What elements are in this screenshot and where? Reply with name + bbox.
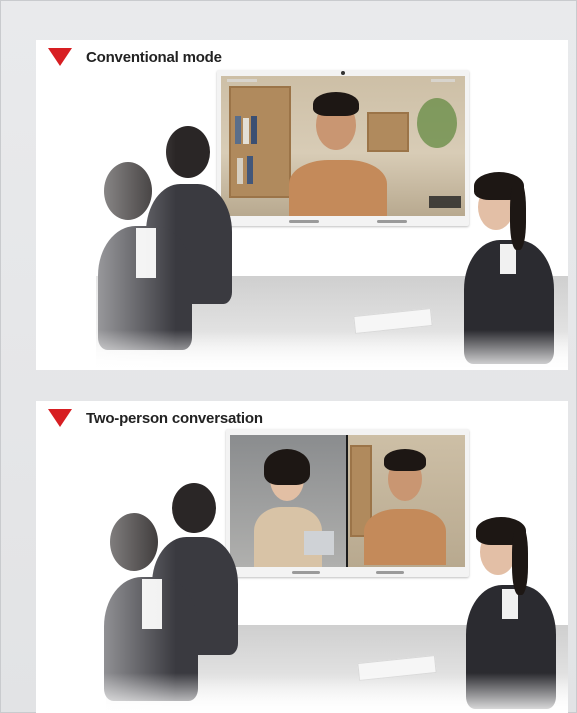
section-heading: Conventional mode	[48, 48, 222, 66]
two-person-conversation-panel: Two-person conversation	[36, 401, 568, 713]
triangle-down-icon	[48, 48, 72, 66]
video-call-view	[221, 76, 465, 216]
section-heading: Two-person conversation	[48, 409, 263, 427]
interactive-display	[217, 70, 469, 226]
conventional-mode-panel: Conventional mode	[36, 40, 568, 370]
section-title: Conventional mode	[86, 48, 222, 66]
split-video-call-view	[230, 435, 465, 567]
triangle-down-icon	[48, 409, 72, 427]
interactive-display	[226, 429, 469, 577]
section-title: Two-person conversation	[86, 409, 263, 427]
camera-icon	[341, 71, 345, 75]
